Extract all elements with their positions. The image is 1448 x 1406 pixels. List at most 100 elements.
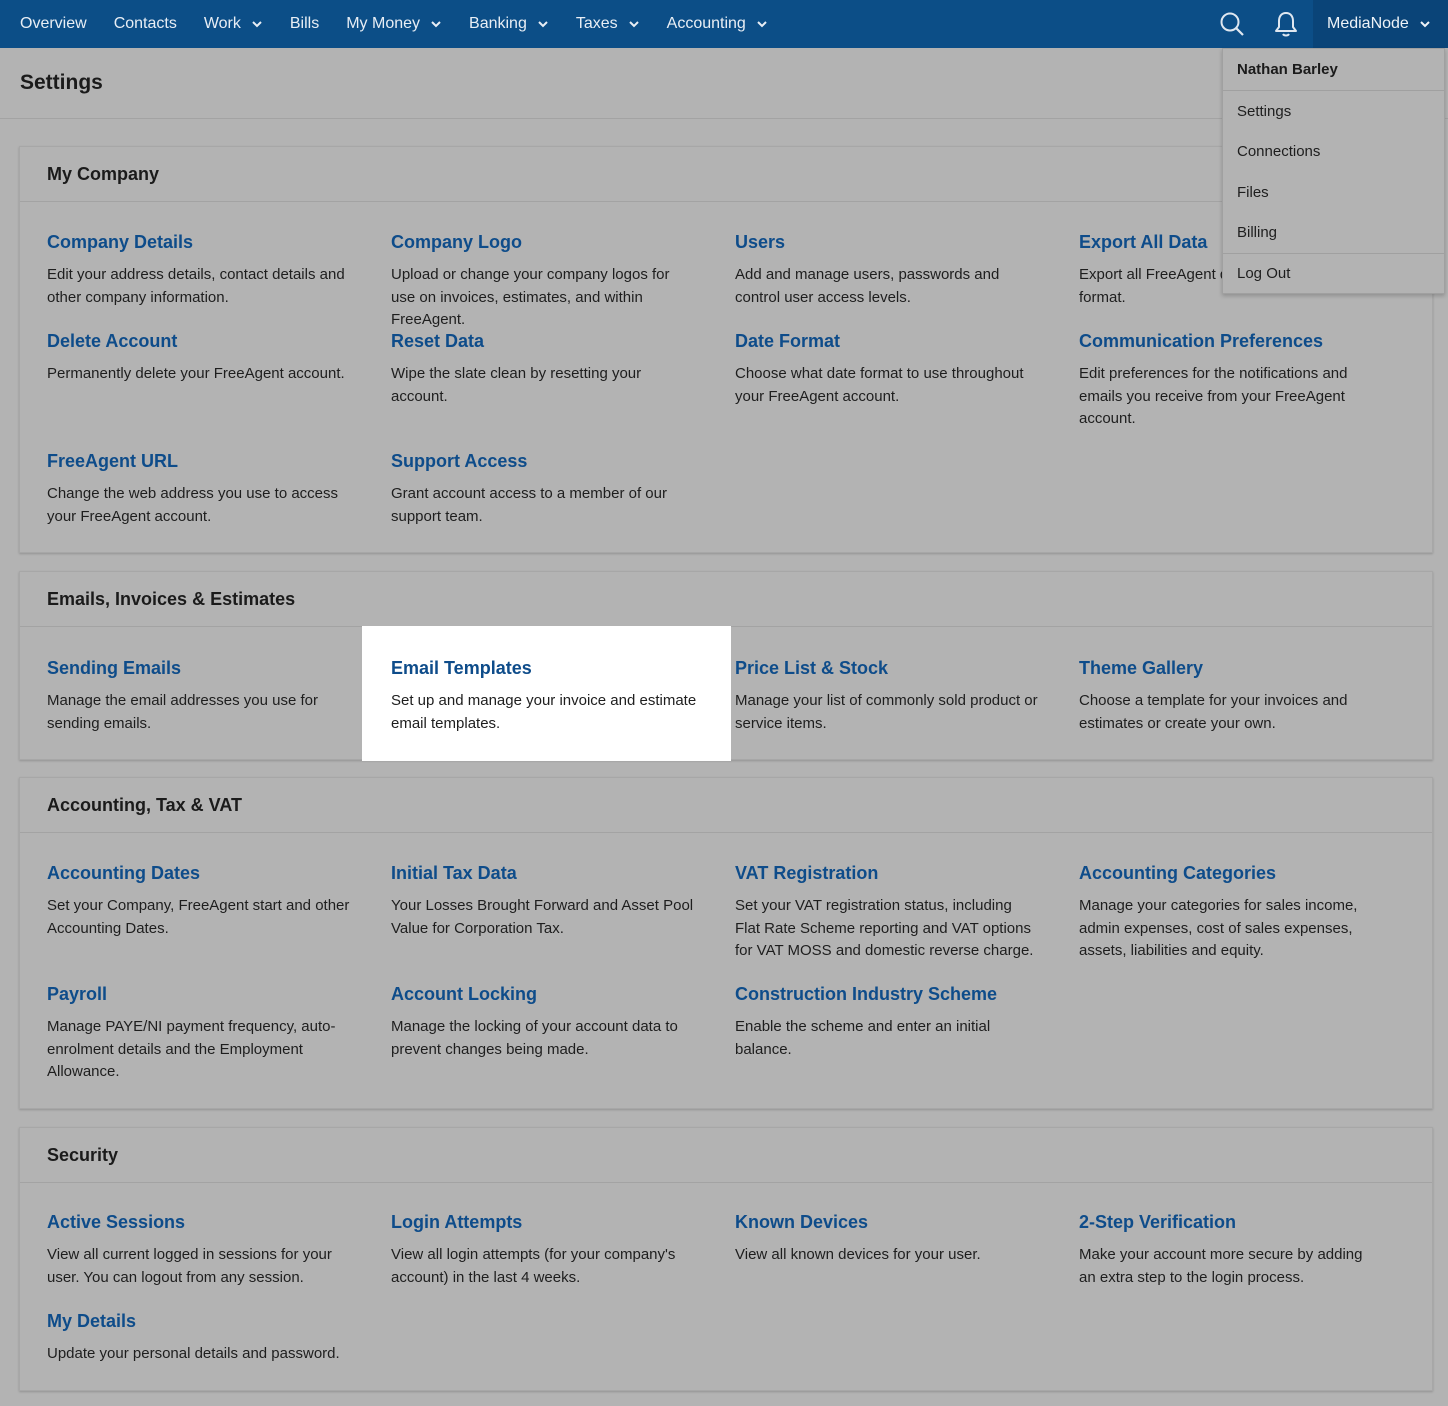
setting-communication-preferences[interactable]: Communication Preferences Edit preferenc… [1052,330,1396,431]
setting-company-details[interactable]: Company Details Edit your address detail… [20,231,364,309]
account-dropdown-menu: Nathan Barley Settings Connections Files… [1222,48,1445,294]
setting-title[interactable]: FreeAgent URL [47,450,350,472]
top-nav: Overview Contacts Work Bills My Money Ba… [0,0,1448,48]
setting-title[interactable]: Users [735,231,1038,253]
setting-known-devices[interactable]: Known Devices View all known devices for… [708,1211,1052,1267]
setting-description: Edit your address details, contact detai… [47,266,345,306]
chevron-down-icon [757,21,767,28]
setting-description: Your Losses Brought Forward and Asset Po… [391,897,694,937]
setting-account-locking[interactable]: Account Locking Manage the locking of yo… [364,983,708,1061]
menu-item-connections[interactable]: Connections [1223,132,1444,173]
setting-title[interactable]: Price List & Stock [735,657,1038,679]
setting-title[interactable]: Support Access [391,450,694,472]
setting-description: Choose what date format to use throughou… [735,365,1024,405]
setting-title[interactable]: Company Details [47,231,350,253]
menu-item-settings[interactable]: Settings [1223,91,1444,132]
setting-title[interactable]: Accounting Categories [1079,862,1382,884]
setting-login-attempts[interactable]: Login Attempts View all login attempts (… [364,1211,708,1289]
setting-company-logo[interactable]: Company Logo Upload or change your compa… [364,231,708,332]
setting-title[interactable]: Login Attempts [391,1211,694,1233]
menu-item-billing[interactable]: Billing [1223,213,1444,254]
nav-label: Taxes [575,15,618,32]
setting-title[interactable]: 2-Step Verification [1079,1211,1382,1233]
nav-label: Bills [289,15,320,32]
section-title: Security [20,1128,1432,1183]
setting-title[interactable]: Active Sessions [47,1211,350,1233]
menu-item-log-out[interactable]: Log Out [1223,253,1444,294]
setting-title[interactable]: VAT Registration [735,862,1038,884]
setting-title[interactable]: Theme Gallery [1079,657,1382,679]
setting-support-access[interactable]: Support Access Grant account access to a… [364,450,708,528]
setting-freeagent-url[interactable]: FreeAgent URL Change the web address you… [20,450,364,528]
bell-icon [1275,12,1297,37]
setting-sending-emails[interactable]: Sending Emails Manage the email addresse… [20,657,364,735]
nav-banking[interactable]: Banking [469,0,549,48]
setting-description: Set up and manage your invoice and estim… [391,692,697,732]
setting-title[interactable]: My Details [47,1310,350,1332]
setting-payroll[interactable]: Payroll Manage PAYE/NI payment frequency… [20,983,364,1084]
setting-title[interactable]: Communication Preferences [1079,330,1382,352]
setting-title[interactable]: Email Templates [391,657,717,679]
setting-title[interactable]: Known Devices [735,1211,1038,1233]
setting-construction-industry-scheme[interactable]: Construction Industry Scheme Enable the … [708,983,1052,1061]
setting-accounting-dates[interactable]: Accounting Dates Set your Company, FreeA… [20,862,364,940]
setting-title[interactable]: Payroll [47,983,350,1005]
setting-title[interactable]: Accounting Dates [47,862,350,884]
setting-2-step-verification[interactable]: 2-Step Verification Make your account mo… [1052,1211,1396,1289]
setting-title[interactable]: Initial Tax Data [391,862,694,884]
setting-vat-registration[interactable]: VAT Registration Set your VAT registrati… [708,862,1052,963]
nav-accounting[interactable]: Accounting [667,0,768,48]
setting-description: Set your Company, FreeAgent start and ot… [47,897,350,937]
setting-price-list-stock[interactable]: Price List & Stock Manage your list of c… [708,657,1052,735]
setting-email-templates[interactable]: Email Templates Set up and manage your i… [362,626,731,761]
notifications-button[interactable] [1259,0,1313,48]
setting-my-details[interactable]: My Details Update your personal details … [20,1310,364,1366]
setting-description: View all current logged in sessions for … [47,1246,332,1286]
setting-title[interactable]: Construction Industry Scheme [735,983,1038,1005]
setting-delete-account[interactable]: Delete Account Permanently delete your F… [20,330,364,386]
setting-reset-data[interactable]: Reset Data Wipe the slate clean by reset… [364,330,708,408]
chevron-down-icon [628,21,639,28]
menu-item-files[interactable]: Files [1223,172,1444,213]
setting-description: View all known devices for your user. [735,1246,981,1263]
section-title: My Company [20,147,1432,202]
setting-title[interactable]: Delete Account [47,330,350,352]
setting-theme-gallery[interactable]: Theme Gallery Choose a template for your… [1052,657,1396,735]
nav-label: Contacts [113,15,177,32]
setting-description: Manage your categories for sales income,… [1079,897,1358,959]
setting-title[interactable]: Sending Emails [47,657,350,679]
nav-label: Banking [469,15,527,32]
setting-users[interactable]: Users Add and manage users, passwords an… [708,231,1052,309]
setting-date-format[interactable]: Date Format Choose what date format to u… [708,330,1052,408]
nav-my-money[interactable]: My Money [346,0,442,48]
nav-overview[interactable]: Overview [20,0,87,48]
setting-description: Change the web address you use to access… [47,485,339,525]
account-menu-button[interactable]: MediaNode [1313,0,1448,48]
page-title: Settings [20,71,103,94]
section-title: Emails, Invoices & Estimates [20,572,1432,627]
setting-description: Manage your list of commonly sold produc… [735,692,1038,732]
section-emails-invoices-estimates: Emails, Invoices & Estimates Sending Ema… [19,571,1433,761]
setting-description: Make your account more secure by adding … [1079,1246,1363,1286]
nav-label: My Money [346,15,421,32]
setting-description: Grant account access to a member of our … [391,485,667,525]
setting-accounting-categories[interactable]: Accounting Categories Manage your catego… [1052,862,1396,963]
setting-initial-tax-data[interactable]: Initial Tax Data Your Losses Brought For… [364,862,708,940]
setting-description: Manage the locking of your account data … [391,1018,678,1058]
nav-bills[interactable]: Bills [290,0,319,48]
setting-title[interactable]: Date Format [735,330,1038,352]
search-button[interactable] [1205,0,1259,48]
nav-work[interactable]: Work [204,0,263,48]
setting-description: Enable the scheme and enter an initial b… [735,1018,991,1058]
nav-taxes[interactable]: Taxes [576,0,640,48]
section-accounting-tax-vat: Accounting, Tax & VAT Accounting Dates S… [19,777,1433,1109]
setting-description: Update your personal details and passwor… [47,1345,340,1362]
setting-title[interactable]: Reset Data [391,330,694,352]
setting-title[interactable]: Company Logo [391,231,694,253]
dropdown-user-name: Nathan Barley [1223,49,1444,91]
setting-title[interactable]: Account Locking [391,983,694,1005]
nav-contacts[interactable]: Contacts [114,0,177,48]
search-icon [1220,12,1244,36]
nav-label: Work [203,15,241,32]
setting-active-sessions[interactable]: Active Sessions View all current logged … [20,1211,364,1289]
